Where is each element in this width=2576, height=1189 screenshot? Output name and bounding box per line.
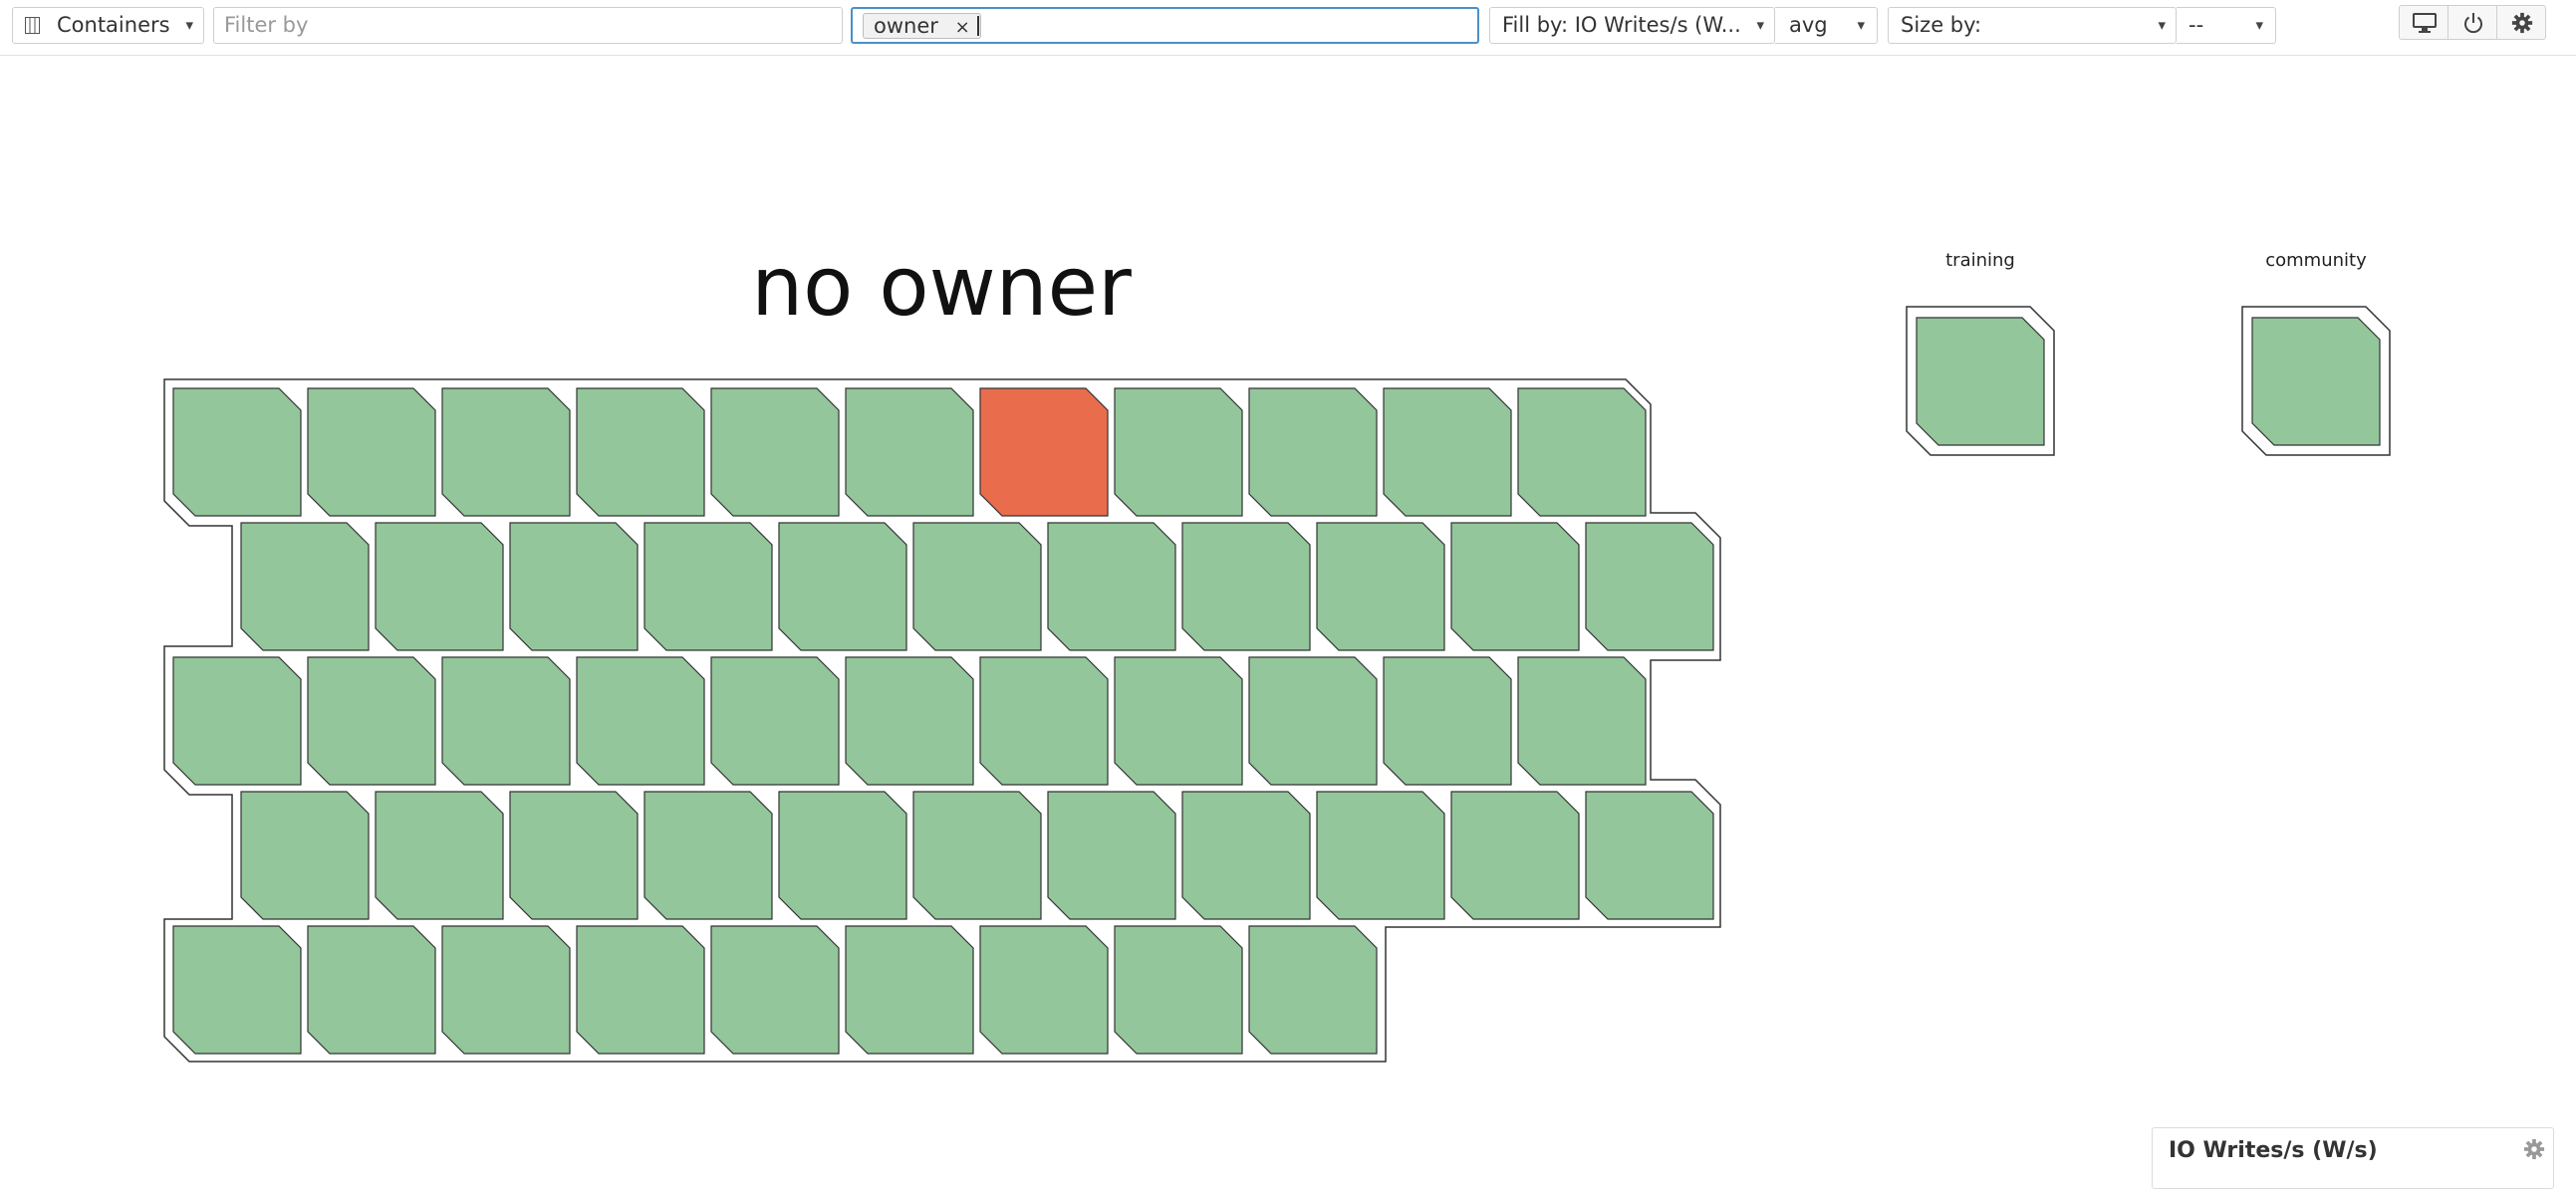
container-tile[interactable]	[1316, 522, 1445, 651]
container-tile[interactable]	[576, 656, 705, 786]
container-tile[interactable]	[307, 656, 436, 786]
container-tile[interactable]	[509, 522, 639, 651]
gear-icon[interactable]	[2523, 1138, 2545, 1160]
chevron-down-icon: ▾	[2255, 16, 2263, 34]
container-tile[interactable]	[1316, 791, 1445, 920]
container-tile[interactable]	[979, 925, 1109, 1055]
container-tile[interactable]	[1248, 656, 1378, 786]
container-tile[interactable]	[845, 656, 974, 786]
container-tile[interactable]	[172, 925, 302, 1055]
legend-title: IO Writes/s (W/s)	[2169, 1138, 2378, 1163]
container-tile[interactable]	[1450, 791, 1580, 920]
view-type-label: Containers	[57, 13, 170, 37]
container-tile[interactable]	[845, 925, 974, 1055]
monitor-icon	[2413, 13, 2437, 33]
settings-button[interactable]	[2496, 5, 2546, 40]
container-tile[interactable]	[240, 791, 370, 920]
container-tile[interactable]	[845, 387, 974, 517]
container-tile[interactable]	[1047, 522, 1176, 651]
fill-by-label: Fill by: IO Writes/s (W...	[1502, 13, 1741, 37]
group-tag: owner ×	[863, 13, 981, 39]
container-tile[interactable]	[307, 387, 436, 517]
size-aggregation-select[interactable]: -- ▾	[2177, 7, 2276, 44]
container-tile[interactable]	[644, 791, 773, 920]
container-tile[interactable]	[509, 791, 639, 920]
container-tile[interactable]	[1450, 522, 1580, 651]
container-tile[interactable]	[441, 387, 571, 517]
power-button[interactable]	[2447, 5, 2497, 40]
group-tag-label: owner	[874, 14, 938, 38]
container-tile[interactable]	[2251, 317, 2381, 446]
size-aggregation-label: --	[2189, 13, 2204, 37]
container-tile[interactable]	[240, 522, 370, 651]
gear-icon	[2511, 12, 2533, 34]
hostmap-canvas	[163, 306, 2391, 1063]
container-tile[interactable]	[1047, 791, 1176, 920]
remove-tag-icon[interactable]: ×	[955, 17, 970, 38]
text-cursor	[977, 16, 979, 36]
columns-icon	[25, 17, 40, 34]
toolbar: Containers ▾ Filter by owner × Fill by: …	[0, 0, 2576, 56]
container-tile[interactable]	[710, 656, 840, 786]
fill-by-select[interactable]: Fill by: IO Writes/s (W... ▾	[1489, 7, 1775, 44]
filter-input[interactable]: Filter by	[213, 7, 843, 44]
power-icon	[2464, 13, 2482, 34]
container-tile[interactable]	[912, 522, 1042, 651]
container-tile[interactable]	[307, 925, 436, 1055]
host-map: no owner training community	[0, 56, 2576, 1165]
container-tile[interactable]	[778, 791, 907, 920]
container-tile[interactable]	[375, 522, 504, 651]
container-tile[interactable]	[979, 387, 1109, 517]
container-tile[interactable]	[172, 656, 302, 786]
container-tile[interactable]	[1248, 387, 1378, 517]
container-tile[interactable]	[1517, 656, 1647, 786]
container-tile[interactable]	[441, 925, 571, 1055]
container-tile[interactable]	[441, 656, 571, 786]
fill-aggregation-label: avg	[1789, 13, 1828, 37]
container-tile[interactable]	[576, 387, 705, 517]
container-tile[interactable]	[1916, 317, 2045, 446]
container-tile[interactable]	[778, 522, 907, 651]
group-by-input[interactable]: owner ×	[851, 7, 1479, 44]
chevron-down-icon: ▾	[2158, 16, 2166, 34]
chevron-down-icon: ▾	[185, 16, 193, 34]
container-tile[interactable]	[1114, 387, 1243, 517]
size-by-label: Size by:	[1901, 13, 1982, 37]
legend: IO Writes/s (W/s)	[2152, 1127, 2554, 1189]
container-tile[interactable]	[1181, 791, 1311, 920]
container-tile[interactable]	[912, 791, 1042, 920]
container-tile[interactable]	[1383, 656, 1512, 786]
view-type-select[interactable]: Containers ▾	[12, 7, 204, 44]
container-tile[interactable]	[644, 522, 773, 651]
container-tile[interactable]	[979, 656, 1109, 786]
container-tile[interactable]	[710, 925, 840, 1055]
container-tile[interactable]	[1383, 387, 1512, 517]
container-tile[interactable]	[1114, 656, 1243, 786]
filter-placeholder: Filter by	[224, 13, 309, 37]
container-tile[interactable]	[172, 387, 302, 517]
container-tile[interactable]	[1585, 791, 1714, 920]
container-tile[interactable]	[1181, 522, 1311, 651]
chevron-down-icon: ▾	[1756, 16, 1764, 34]
container-tile[interactable]	[1517, 387, 1647, 517]
tv-mode-button[interactable]	[2399, 5, 2448, 40]
container-tile[interactable]	[710, 387, 840, 517]
container-tile[interactable]	[1248, 925, 1378, 1055]
chevron-down-icon: ▾	[1857, 16, 1865, 34]
fill-aggregation-select[interactable]: avg ▾	[1775, 7, 1878, 44]
container-tile[interactable]	[1114, 925, 1243, 1055]
container-tile[interactable]	[1585, 522, 1714, 651]
size-by-select[interactable]: Size by: ▾	[1888, 7, 2177, 44]
container-tile[interactable]	[375, 791, 504, 920]
container-tile[interactable]	[576, 925, 705, 1055]
